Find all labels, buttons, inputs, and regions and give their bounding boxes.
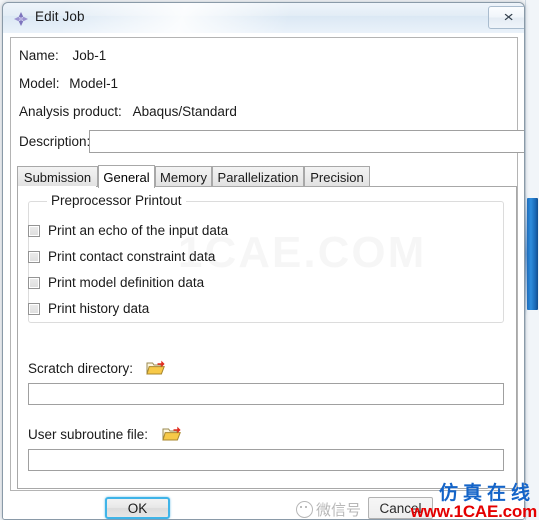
model-row: Model: Model-1 xyxy=(19,76,118,91)
model-value: Model-1 xyxy=(69,76,119,91)
dialog-title: Edit Job xyxy=(35,9,85,24)
cancel-button[interactable]: Cancel xyxy=(368,497,433,519)
tab-submission[interactable]: Submission xyxy=(17,166,98,187)
background-scrollbar-thumb[interactable] xyxy=(523,192,538,316)
scratch-directory-input[interactable] xyxy=(28,383,504,405)
dialog-titlebar[interactable]: Edit Job ✕ xyxy=(3,3,524,34)
scratch-directory-open-folder-icon[interactable] xyxy=(146,359,166,377)
checkbox-print-contact-constraint-data[interactable]: Print contact constraint data xyxy=(28,249,215,264)
preprocessor-printout-title: Preprocessor Printout xyxy=(47,193,186,208)
scratch-directory-label: Scratch directory: xyxy=(28,361,134,376)
cancel-button-label: Cancel xyxy=(379,500,422,516)
checkbox-label: Print history data xyxy=(48,301,150,316)
name-value: Job-1 xyxy=(72,48,107,63)
checkbox-print-model-definition-data[interactable]: Print model definition data xyxy=(28,275,204,290)
tab-precision-label: Precision xyxy=(310,169,364,185)
analysis-product-value: Abaqus/Standard xyxy=(132,104,237,119)
active-tab-seam xyxy=(18,186,96,187)
titlebar-sheen xyxy=(63,3,363,33)
tab-general[interactable]: General xyxy=(98,165,155,188)
user-subroutine-file-input[interactable] xyxy=(28,449,504,471)
tab-parallelization-label: Parallelization xyxy=(217,169,299,185)
checkbox-print-echo-input-data[interactable]: Print an echo of the input data xyxy=(28,223,228,238)
tab-precision[interactable]: Precision xyxy=(304,166,370,187)
dialog-inner-panel: Name: Job-1 Model: Model-1 Analysis prod… xyxy=(10,37,524,491)
model-label: Model: xyxy=(19,76,60,91)
checkbox-icon xyxy=(28,250,40,263)
checkbox-label: Print an echo of the input data xyxy=(48,223,229,238)
close-icon: ✕ xyxy=(503,11,515,24)
ok-button-label: OK xyxy=(127,500,148,516)
analysis-product-row: Analysis product: Abaqus/Standard xyxy=(19,104,237,119)
checkbox-icon xyxy=(28,302,40,315)
name-label: Name: xyxy=(19,48,59,63)
user-subroutine-open-folder-icon[interactable] xyxy=(162,425,182,443)
tab-strip: Submission General Memory Parallelizatio… xyxy=(17,165,517,188)
checkbox-label: Print model definition data xyxy=(48,275,205,290)
ok-button[interactable]: OK xyxy=(105,497,170,519)
description-label: Description: xyxy=(19,134,91,149)
description-input[interactable] xyxy=(89,130,524,153)
background-scrollbar-track[interactable] xyxy=(523,0,539,520)
analysis-product-label: Analysis product: xyxy=(19,104,122,119)
tab-memory-label: Memory xyxy=(160,169,207,185)
screen-root: Edit Job ✕ Name: Job-1 Model: Model-1 An… xyxy=(0,0,539,520)
checkbox-print-history-data[interactable]: Print history data xyxy=(28,301,149,316)
dialog-body: Name: Job-1 Model: Model-1 Analysis prod… xyxy=(3,33,524,519)
checkbox-label: Print contact constraint data xyxy=(48,249,216,264)
tab-parallelization[interactable]: Parallelization xyxy=(212,166,304,187)
checkbox-icon xyxy=(28,224,40,237)
tab-memory[interactable]: Memory xyxy=(155,166,212,187)
name-row: Name: Job-1 xyxy=(19,48,106,63)
checkbox-icon xyxy=(28,276,40,289)
tab-panel-general: Preprocessor Printout Print an echo of t… xyxy=(17,186,517,489)
tab-general-label: General xyxy=(103,169,150,185)
user-subroutine-file-label: User subroutine file: xyxy=(28,427,149,442)
tab-submission-label: Submission xyxy=(23,169,92,185)
close-button[interactable]: ✕ xyxy=(488,6,524,29)
edit-job-dialog: Edit Job ✕ Name: Job-1 Model: Model-1 An… xyxy=(2,2,525,520)
abaqus-diamond-icon xyxy=(13,11,29,27)
